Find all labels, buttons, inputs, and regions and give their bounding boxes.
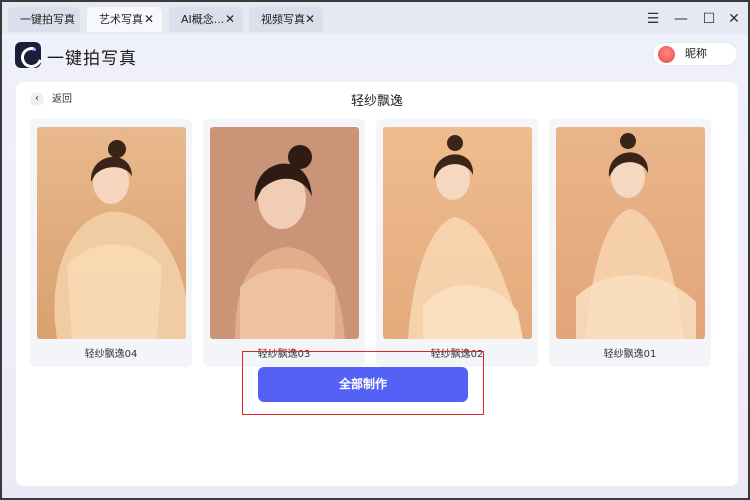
main-panel: ‹ 返回 轻纱飘逸 轻纱飘逸04 轻纱飘逸03 轻纱飘逸02 轻纱飘逸01 (16, 82, 738, 486)
close-icon[interactable]: ✕ (144, 7, 154, 32)
close-window-icon[interactable]: ✕ (724, 9, 744, 29)
style-card[interactable]: 轻纱飘逸01 (549, 119, 711, 367)
tab-label: 艺术写真 (99, 13, 143, 26)
portrait-photo (210, 127, 359, 339)
style-card[interactable]: 轻纱飘逸03 (203, 119, 365, 367)
style-card[interactable]: 轻纱飘逸04 (30, 119, 192, 367)
portrait-photo (383, 127, 532, 339)
style-card[interactable]: 轻纱飘逸02 (376, 119, 538, 367)
app-window: 一键拍写真 艺术写真 ✕ AI概念... ✕ 视频写真 ✕ ☰ — ☐ ✕ 一键… (0, 0, 750, 500)
portrait-photo (556, 127, 705, 339)
tab-label: 一键拍写真 (20, 13, 75, 26)
minimize-icon[interactable]: — (671, 9, 691, 29)
tab-label: AI概念... (181, 13, 225, 26)
app-title: 一键拍写真 (47, 49, 137, 69)
maximize-icon[interactable]: ☐ (699, 9, 719, 29)
close-icon[interactable]: ✕ (225, 7, 235, 32)
app-logo-icon (15, 42, 41, 68)
make-all-button[interactable]: 全部制作 (258, 367, 468, 402)
tab-art-photo[interactable]: 艺术写真 ✕ (87, 7, 162, 32)
menu-icon[interactable]: ☰ (643, 9, 663, 29)
tab-ai-concept[interactable]: AI概念... ✕ (169, 7, 243, 32)
card-label: 轻纱飘逸04 (84, 349, 138, 360)
page-title: 轻纱飘逸 (350, 94, 403, 109)
tab-bar: 一键拍写真 艺术写真 ✕ AI概念... ✕ 视频写真 ✕ ☰ — ☐ ✕ (2, 2, 748, 34)
tab-one-click-photo[interactable]: 一键拍写真 (8, 7, 80, 32)
card-label: 轻纱飘逸01 (603, 349, 657, 360)
user-profile-button[interactable]: 昵称 (652, 42, 738, 66)
tab-label: 视频写真 (261, 13, 305, 26)
portrait-photo (37, 127, 186, 339)
tab-video-photo[interactable]: 视频写真 ✕ (249, 7, 323, 32)
avatar (658, 46, 675, 63)
close-icon[interactable]: ✕ (305, 7, 315, 32)
user-nickname: 昵称 (685, 47, 707, 60)
